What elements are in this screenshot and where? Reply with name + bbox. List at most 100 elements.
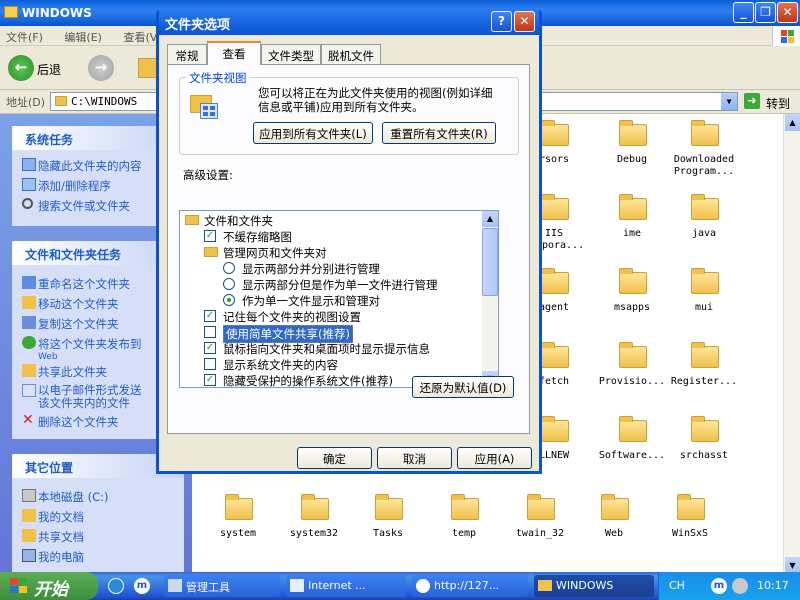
tray-app-icon[interactable]: m xyxy=(711,578,727,594)
taskbar-windows-folder[interactable]: WINDOWS xyxy=(534,575,654,597)
file-item[interactable]: msapps xyxy=(592,266,672,338)
advanced-settings-tree[interactable]: 文件和文件夹 ✓ 不缓存缩略图 管理网页和文件夹对 显示两部分并分别进行管理 显示两部分但… xyxy=(179,210,499,388)
setting-row[interactable]: 显示两部分但是作为单一文件进行管理 xyxy=(180,276,498,292)
setting-row[interactable]: ✓ 不缓存缩略图 xyxy=(180,228,498,244)
file-item[interactable]: Downloaded Program... xyxy=(664,118,744,190)
copy-icon xyxy=(22,316,36,329)
file-item[interactable]: system32 xyxy=(274,492,354,564)
tab-offline-files[interactable]: 脱机文件 xyxy=(321,44,381,64)
setting-row[interactable]: 显示系统文件夹的内容 xyxy=(180,356,498,372)
place-my-computer[interactable]: 我的电脑 xyxy=(12,546,184,566)
checkbox[interactable] xyxy=(204,358,216,370)
browser-icon xyxy=(416,579,430,593)
file-item[interactable]: srchasst xyxy=(664,414,744,486)
checkbox[interactable]: ✓ xyxy=(204,374,216,386)
quicklaunch-app-icon[interactable]: m xyxy=(134,578,150,594)
file-item[interactable]: Web xyxy=(574,492,654,564)
menu-file[interactable]: 文件(F) xyxy=(6,31,43,44)
scroll-up-arrow-icon[interactable]: ▲ xyxy=(785,114,800,131)
file-item[interactable]: temp xyxy=(424,492,504,564)
tab-file-types[interactable]: 文件类型 xyxy=(261,44,321,64)
tray-speaker-icon[interactable] xyxy=(732,578,748,594)
taskbar-admin-tools[interactable]: 管理工具 xyxy=(164,575,280,597)
file-item[interactable]: java xyxy=(664,192,744,264)
setting-row[interactable]: 管理网页和文件夹对 xyxy=(180,244,498,260)
setting-row[interactable]: 使用简单文件共享(推荐) xyxy=(180,324,498,343)
folder-icon xyxy=(691,194,719,220)
file-view-scrollbar[interactable]: ▲ ▼ xyxy=(783,114,800,574)
minimize-button[interactable]: _ xyxy=(733,2,754,23)
radio-button[interactable] xyxy=(223,278,235,290)
setting-row[interactable]: 显示两部分并分别进行管理 xyxy=(180,260,498,276)
taskbar-browser[interactable]: http://127... xyxy=(412,575,528,597)
checkbox[interactable]: ✓ xyxy=(204,342,216,354)
help-button[interactable]: ? xyxy=(491,11,512,32)
folder-icon xyxy=(451,494,479,520)
checkbox[interactable] xyxy=(204,326,216,338)
taskbar-internet[interactable]: Internet ... xyxy=(286,575,406,597)
place-shared-documents[interactable]: 共享文档 xyxy=(12,526,184,546)
checkbox[interactable]: ✓ xyxy=(204,310,216,322)
setting-row[interactable]: ✓ 记住每个文件夹的视图设置 xyxy=(180,308,498,324)
close-button[interactable]: ✕ xyxy=(777,2,798,23)
scroll-thumb[interactable] xyxy=(482,228,498,296)
settings-scrollbar[interactable]: ▲ ▼ xyxy=(482,211,498,387)
quicklaunch-ie-icon[interactable] xyxy=(108,578,124,594)
file-item[interactable]: twain_32 xyxy=(500,492,580,564)
file-item[interactable]: Provisio... xyxy=(592,340,672,412)
file-item[interactable]: mui xyxy=(664,266,744,338)
folder-small-icon xyxy=(55,96,67,106)
file-item[interactable]: Tasks xyxy=(348,492,428,564)
place-local-disk[interactable]: 本地磁盘 (C:) xyxy=(12,486,184,506)
setting-row[interactable]: ✓ 鼠标指向文件夹和桌面项时显示提示信息 xyxy=(180,340,498,356)
clock[interactable]: 10:17 xyxy=(757,579,789,592)
chevron-down-icon[interactable]: ▼ xyxy=(721,93,737,110)
programs-icon xyxy=(22,178,36,191)
setting-row[interactable]: 文件和文件夹 xyxy=(180,212,498,228)
go-button[interactable]: ➜ 转到 xyxy=(744,92,798,111)
radio-button[interactable] xyxy=(223,294,235,306)
file-item[interactable]: system xyxy=(198,492,278,564)
restore-button[interactable]: ❐ xyxy=(755,2,776,23)
file-item[interactable]: ime xyxy=(592,192,672,264)
back-arrow-icon[interactable]: ← xyxy=(8,55,34,81)
dialog-close-button[interactable]: ✕ xyxy=(514,11,535,32)
ok-button[interactable]: 确定 xyxy=(297,447,372,469)
dialog-titlebar[interactable]: 文件夹选项 xyxy=(159,8,539,35)
scroll-up-arrow-icon[interactable]: ▲ xyxy=(482,211,498,227)
cancel-button[interactable]: 取消 xyxy=(377,447,452,469)
tab-general[interactable]: 常规 xyxy=(167,44,207,64)
file-label: Web xyxy=(604,528,624,539)
file-item[interactable]: Register... xyxy=(664,340,744,412)
file-item[interactable]: Software... xyxy=(592,414,672,486)
apply-button[interactable]: 应用(A) xyxy=(457,447,532,469)
setting-label: 记住每个文件夹的视图设置 xyxy=(223,310,361,324)
folder-icon xyxy=(538,580,552,591)
globe-icon xyxy=(22,336,36,349)
checkbox[interactable]: ✓ xyxy=(204,230,216,242)
start-button[interactable]: 开始 xyxy=(0,572,98,600)
restore-defaults-button[interactable]: 还原为默认值(D) xyxy=(412,376,514,398)
rename-icon xyxy=(22,276,36,289)
place-my-documents[interactable]: 我的文档 xyxy=(12,506,184,526)
up-folder-icon[interactable] xyxy=(138,58,158,78)
windows-logo-icon xyxy=(772,26,800,46)
file-item[interactable]: Debug xyxy=(592,118,672,190)
apply-to-all-folders-button[interactable]: 应用到所有文件夹(L) xyxy=(253,122,373,144)
folder-icon xyxy=(301,494,329,520)
folder-views-description: 您可以将正在为此文件夹使用的视图(例如详细 信息或平铺)应用到所有文件夹。 xyxy=(258,86,493,114)
menu-edit[interactable]: 编辑(E) xyxy=(64,31,102,44)
language-indicator[interactable]: CH xyxy=(669,579,685,592)
setting-label: 隐藏受保护的操作系统文件(推荐) xyxy=(223,374,393,388)
forward-arrow-icon[interactable]: → xyxy=(88,55,114,81)
file-label: Provisio... xyxy=(598,376,666,387)
reset-all-folders-button[interactable]: 重置所有文件夹(R) xyxy=(382,122,496,144)
setting-row[interactable]: 作为单一文件显示和管理对 xyxy=(180,292,498,308)
file-label: msapps xyxy=(613,302,651,313)
file-item[interactable]: WinSxS xyxy=(650,492,730,564)
window-title: WINDOWS xyxy=(22,6,92,20)
tab-view[interactable]: 查看 xyxy=(207,41,261,65)
file-label: WinSxS xyxy=(671,528,709,539)
back-label[interactable]: 后退 xyxy=(37,61,61,78)
radio-button[interactable] xyxy=(223,262,235,274)
